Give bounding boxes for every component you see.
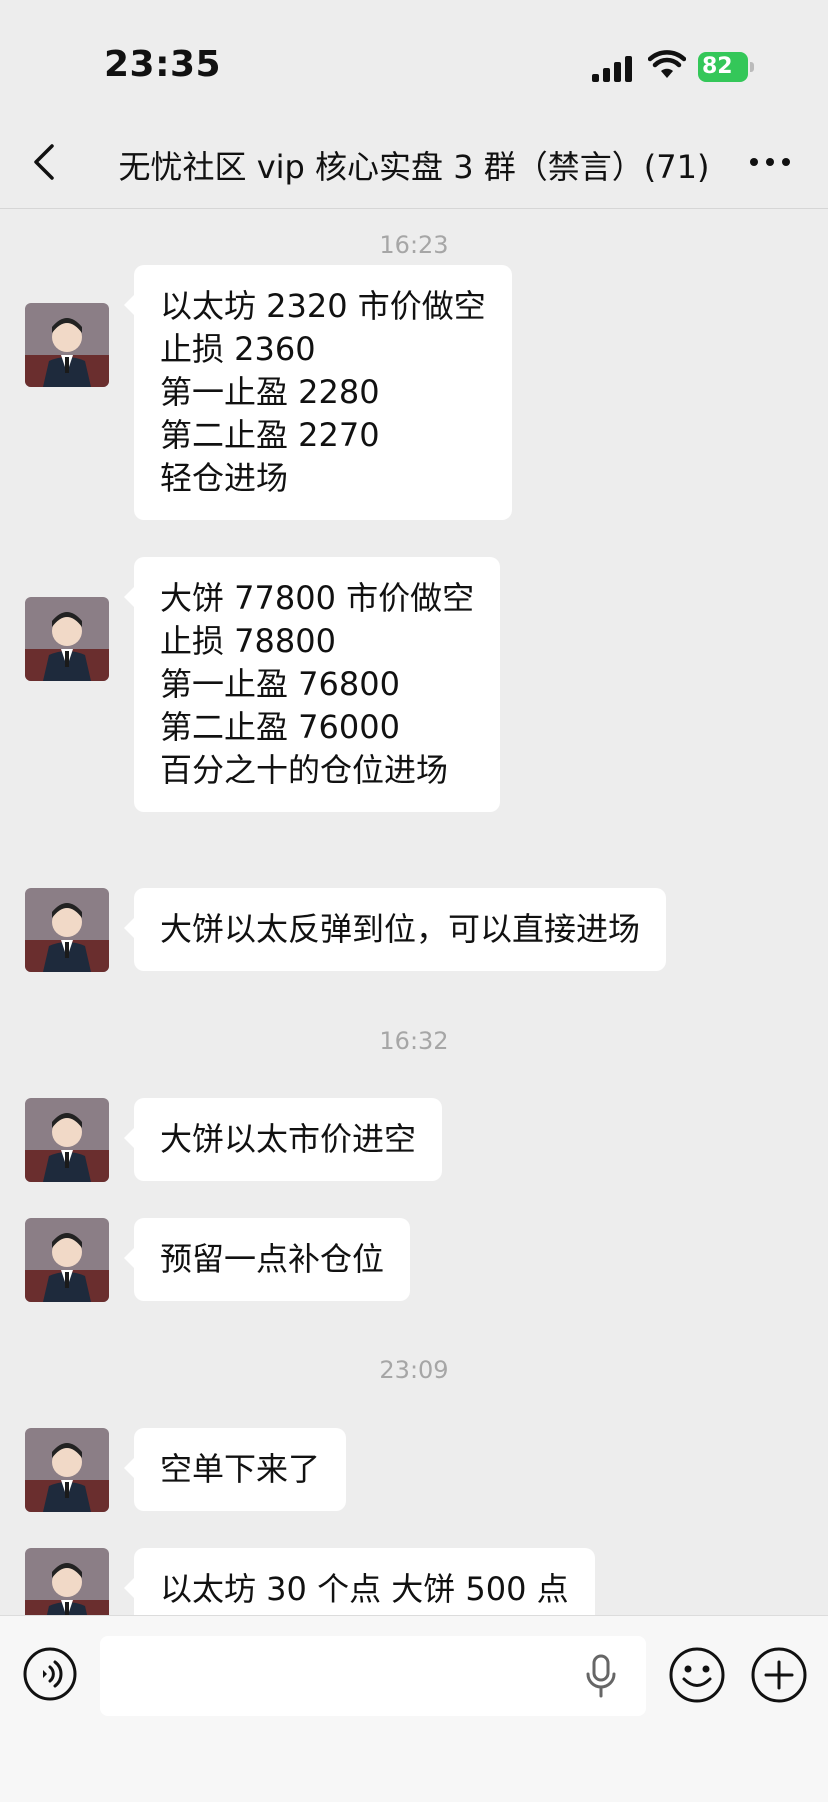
status-bar: 23:35 82 xyxy=(0,0,828,120)
plus-icon[interactable] xyxy=(750,1646,808,1704)
message-line: 预留一点补仓位 xyxy=(160,1240,385,1278)
avatar[interactable] xyxy=(25,1548,109,1615)
message-line: 第一止盈 76800 xyxy=(160,665,400,703)
message-bubble[interactable]: 以太坊 30 个点 大饼 500 点 xyxy=(124,1548,595,1615)
battery-level: 82 xyxy=(702,54,733,79)
message-line: 空单下来了 xyxy=(160,1450,321,1488)
message-bubble[interactable]: 大饼以太市价进空 xyxy=(123,1098,443,1181)
message-line: 第二止盈 76000 xyxy=(160,708,400,746)
message-line: 第一止盈 2280 xyxy=(160,373,380,411)
message-line: 大饼 77800 市价做空 xyxy=(160,579,475,617)
message-line: 轻仓进场 xyxy=(160,459,289,497)
message-bubble[interactable]: 以太坊 2320 市价做空 止损 2360 第一止盈 2280 第二止盈 227… xyxy=(124,265,512,520)
chevron-left-icon[interactable] xyxy=(30,140,60,184)
avatar[interactable] xyxy=(25,303,109,387)
cellular-signal-icon xyxy=(592,56,632,82)
microphone-icon[interactable] xyxy=(584,1654,618,1700)
avatar[interactable] xyxy=(25,1218,109,1302)
avatar[interactable] xyxy=(25,888,109,972)
message-line: 以太坊 2320 市价做空 xyxy=(160,287,486,325)
nav-bar: 无忧社区 vip 核心实盘 3 群（禁言）(71) xyxy=(0,120,828,209)
message-line: 以太坊 30 个点 大饼 500 点 xyxy=(160,1570,569,1608)
emoji-icon[interactable] xyxy=(668,1646,726,1704)
voice-icon[interactable] xyxy=(22,1646,78,1702)
message-bubble[interactable]: 大饼 77800 市价做空 止损 78800 第一止盈 76800 第二止盈 7… xyxy=(123,557,501,812)
avatar[interactable] xyxy=(25,597,109,681)
message-list[interactable]: 16:23 以太坊 2320 市价做空 止损 2360 第一止盈 2280 第二… xyxy=(0,209,828,1615)
message-bubble[interactable]: 大饼以太反弹到位，可以直接进场 xyxy=(123,888,667,971)
message-line: 百分之十的仓位进场 xyxy=(160,751,449,789)
status-time: 23:35 xyxy=(104,44,222,85)
message-line: 大饼以太反弹到位，可以直接进场 xyxy=(160,910,641,948)
timestamp: 23:09 xyxy=(379,1356,449,1384)
timestamp: 16:32 xyxy=(379,1027,449,1055)
message-line: 第二止盈 2270 xyxy=(160,416,380,454)
message-bubble[interactable]: 预留一点补仓位 xyxy=(123,1218,411,1301)
more-horizontal-icon[interactable] xyxy=(748,152,792,172)
avatar[interactable] xyxy=(25,1428,109,1512)
timestamp: 16:23 xyxy=(379,231,449,259)
wifi-icon xyxy=(648,50,686,78)
input-bar xyxy=(0,1615,828,1802)
battery-icon: 82 xyxy=(698,52,754,82)
chat-title: 无忧社区 vip 核心实盘 3 群（禁言）(71) xyxy=(118,148,710,186)
message-bubble[interactable]: 空单下来了 xyxy=(123,1428,347,1511)
message-line: 大饼以太市价进空 xyxy=(160,1120,417,1158)
message-input[interactable] xyxy=(100,1636,646,1716)
avatar[interactable] xyxy=(25,1098,109,1182)
message-line: 止损 78800 xyxy=(160,622,336,660)
message-line: 止损 2360 xyxy=(160,330,316,368)
